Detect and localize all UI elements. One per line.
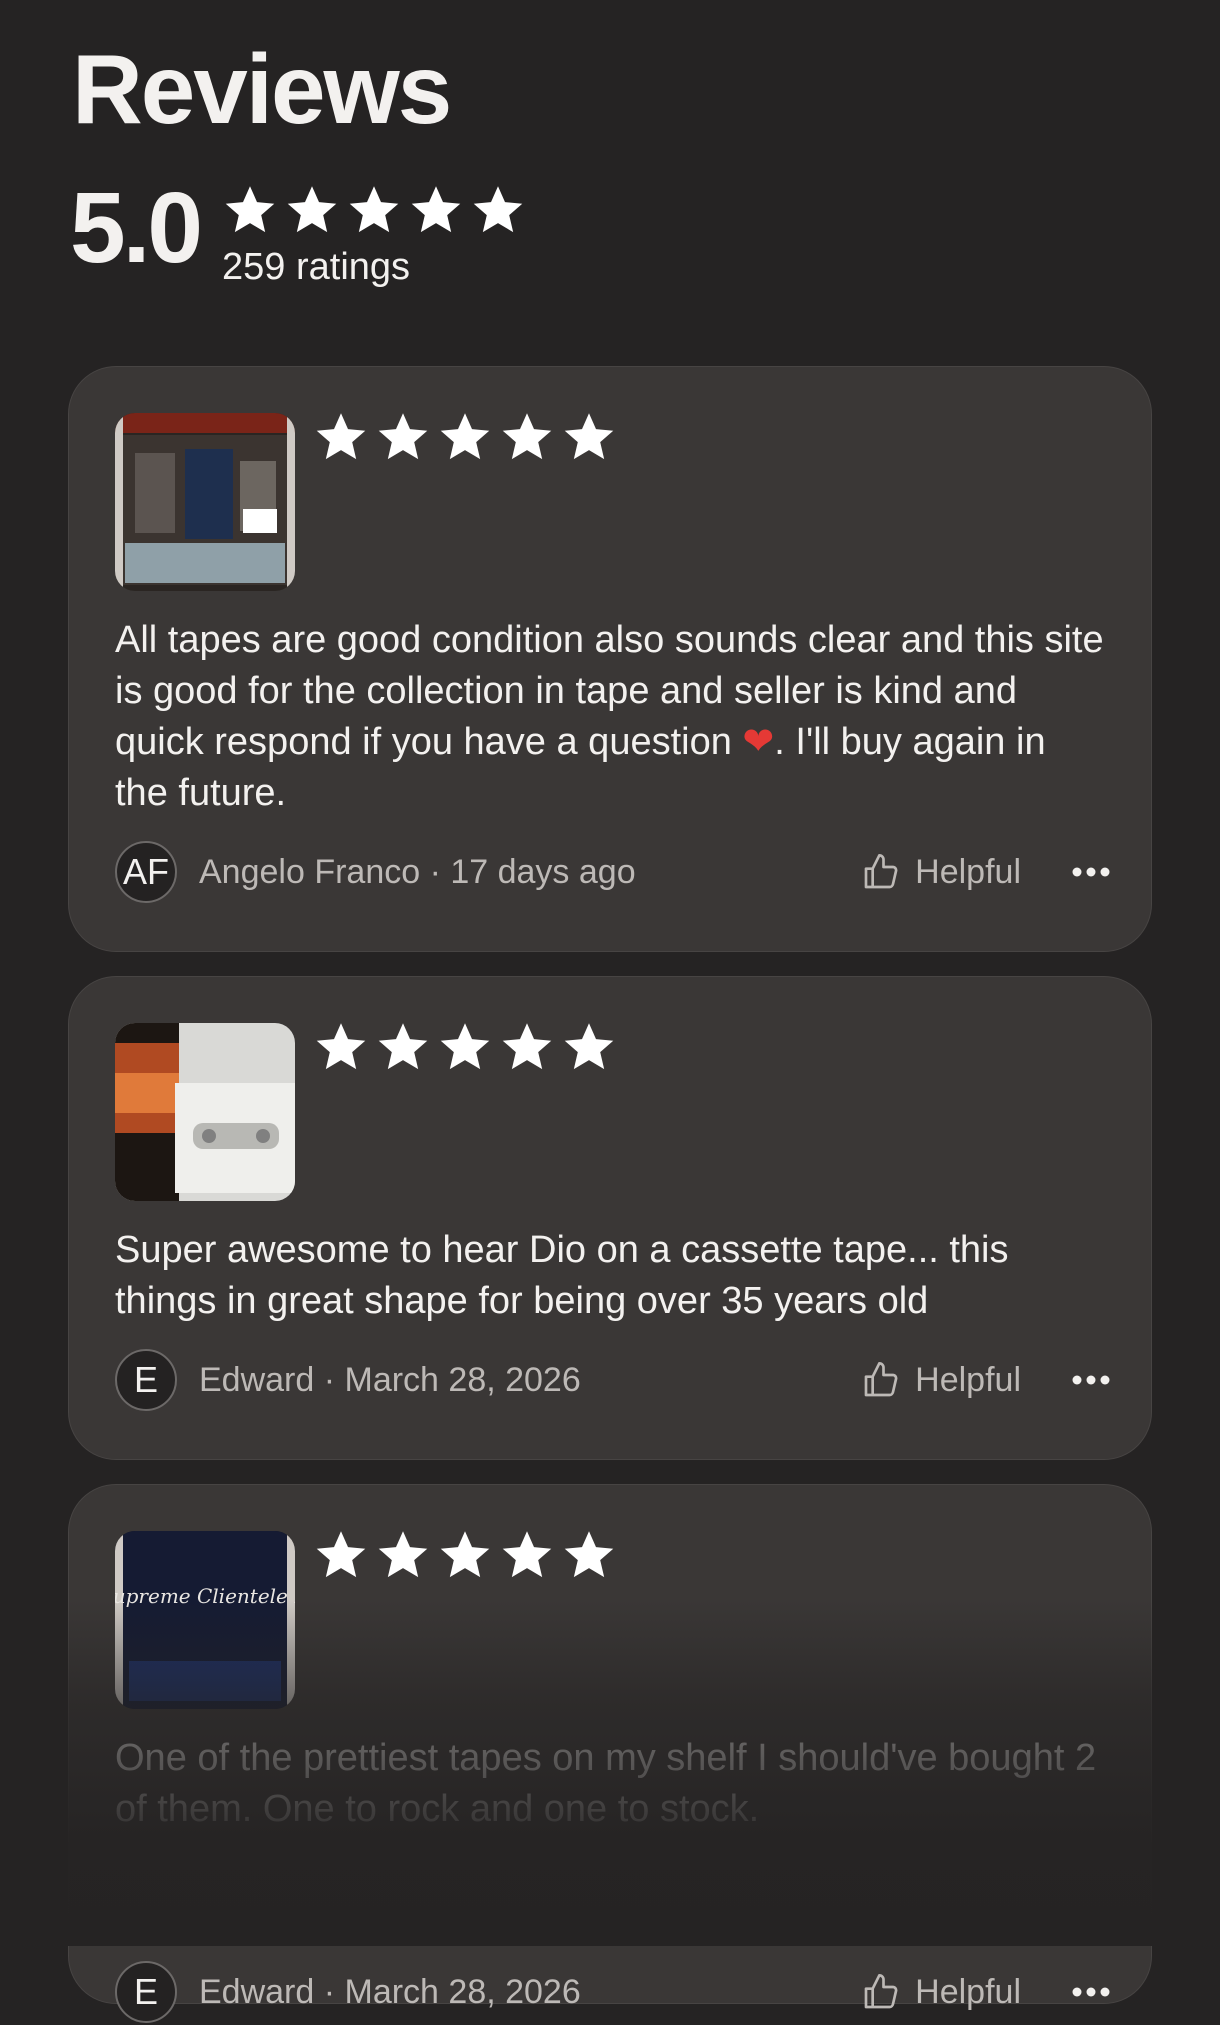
star-icon (437, 409, 493, 465)
star-icon (313, 1527, 369, 1583)
review-card: Super awesome to hear Dio on a cassette … (68, 976, 1152, 1460)
review-stars (313, 409, 623, 465)
more-options-icon[interactable] (1071, 1374, 1111, 1386)
review-text: One of the prettiest tapes on my shelf I… (115, 1737, 1097, 1830)
review-footer: E Edward · March 28, 2026 Helpful (115, 1959, 1111, 2025)
more-options-icon[interactable] (1071, 866, 1111, 878)
star-icon (499, 409, 555, 465)
cassette-cover-image: Supreme Clientele 2 (115, 1531, 295, 1709)
review-footer: E Edward · March 28, 2026 Helpful (115, 1347, 1111, 1413)
helpful-button[interactable]: Helpful (861, 1972, 1021, 2012)
star-icon (284, 182, 340, 238)
avatar[interactable]: AF (115, 841, 177, 903)
helpful-label: Helpful (915, 852, 1021, 891)
review-text: Super awesome to hear Dio on a cassette … (115, 1229, 1009, 1322)
ratings-count: 259 ratings (222, 246, 411, 288)
thumbnail-text: Supreme Clientele 2 (115, 1584, 295, 1608)
star-icon (561, 1527, 617, 1583)
star-icon (375, 1527, 431, 1583)
star-icon (313, 409, 369, 465)
rating-summary: 5.0 259 ratings (70, 178, 532, 289)
helpful-label: Helpful (915, 1360, 1021, 1399)
heart-emoji-icon: ❤ (742, 721, 775, 763)
star-icon (222, 182, 278, 238)
star-icon (499, 1019, 555, 1075)
thumbs-up-icon (861, 1360, 901, 1400)
author-and-date: Edward · March 28, 2026 (199, 1360, 581, 1399)
star-icon (346, 182, 402, 238)
helpful-label: Helpful (915, 1972, 1021, 2011)
review-card: Supreme Clientele 2 One of the prettiest… (68, 1484, 1152, 2023)
summary-stars (222, 182, 532, 238)
star-icon (437, 1019, 493, 1075)
review-text: All tapes are good condition also sounds… (115, 619, 1104, 814)
star-icon (561, 409, 617, 465)
cassette-photo-image (115, 1023, 295, 1201)
star-icon (375, 409, 431, 465)
author-and-date: Angelo Franco · 17 days ago (199, 852, 636, 891)
review-photo[interactable] (115, 413, 295, 591)
star-icon (375, 1019, 431, 1075)
star-icon (408, 182, 464, 238)
average-rating: 5.0 (70, 172, 203, 284)
thumbs-up-icon (861, 852, 901, 892)
page-title: Reviews (72, 34, 452, 144)
review-stars (313, 1019, 623, 1075)
reviews-header: Reviews (72, 34, 452, 144)
cassette-cover-image (115, 413, 295, 591)
star-icon (470, 182, 526, 238)
review-photo[interactable] (115, 1023, 295, 1201)
avatar[interactable]: E (115, 1961, 177, 2023)
thumbs-up-icon (861, 1972, 901, 2012)
review-photo[interactable]: Supreme Clientele 2 (115, 1531, 295, 1709)
author-and-date: Edward · March 28, 2026 (199, 1972, 581, 2011)
star-icon (313, 1019, 369, 1075)
star-icon (499, 1527, 555, 1583)
star-icon (561, 1019, 617, 1075)
more-options-icon[interactable] (1071, 1986, 1111, 1998)
summary-details: 259 ratings (222, 178, 532, 289)
helpful-button[interactable]: Helpful (861, 1360, 1021, 1400)
avatar[interactable]: E (115, 1349, 177, 1411)
review-footer: AF Angelo Franco · 17 days ago Helpful (115, 839, 1111, 905)
helpful-button[interactable]: Helpful (861, 852, 1021, 892)
review-stars (313, 1527, 623, 1583)
star-icon (437, 1527, 493, 1583)
review-card: All tapes are good condition also sounds… (68, 366, 1152, 952)
